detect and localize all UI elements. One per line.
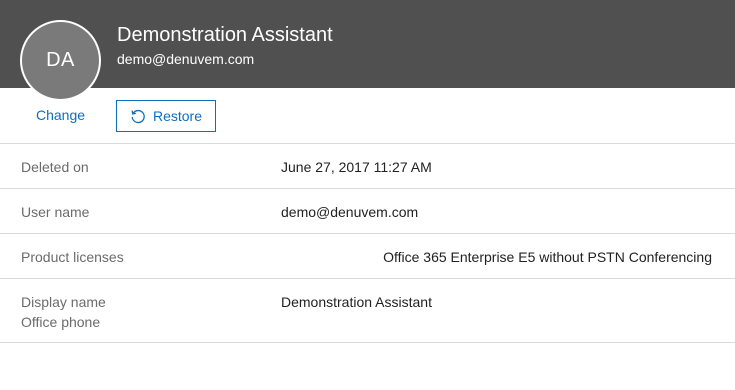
user-email: demo@denuvem.com <box>117 51 255 67</box>
deleted-on-value: June 27, 2017 11:27 AM <box>281 159 432 175</box>
user-name-value: demo@denuvem.com <box>281 204 419 220</box>
restore-label: Restore <box>152 108 203 124</box>
display-name-value: Demonstration Assistant <box>281 294 432 310</box>
avatar-initials: DA <box>46 49 75 71</box>
office-phone-label: Office phone <box>21 314 101 330</box>
deleted-on-label: Deleted on <box>21 159 89 175</box>
user-name-label: User name <box>21 204 90 220</box>
change-photo-link[interactable]: Change <box>36 107 85 123</box>
user-header: DA Demonstration Assistant demo@denuvem.… <box>0 0 735 101</box>
detail-row-display-name: Display name Office phone Demonstration … <box>0 278 735 343</box>
detail-row-user-name: User name demo@denuvem.com <box>0 188 735 233</box>
detail-row-deleted-on: Deleted on June 27, 2017 11:27 AM <box>0 143 735 188</box>
detail-row-product-licenses: Product licenses Office 365 Enterprise E… <box>0 233 735 278</box>
restore-icon <box>130 108 146 124</box>
avatar: DA <box>20 20 101 101</box>
user-display-name: Demonstration Assistant <box>117 24 333 46</box>
user-details: Deleted on June 27, 2017 11:27 AM User n… <box>0 143 735 343</box>
display-name-label: Display name <box>21 294 106 310</box>
product-licenses-value: Office 365 Enterprise E5 without PSTN Co… <box>383 249 712 265</box>
product-licenses-label: Product licenses <box>21 249 124 265</box>
restore-button[interactable]: Restore <box>116 100 216 132</box>
